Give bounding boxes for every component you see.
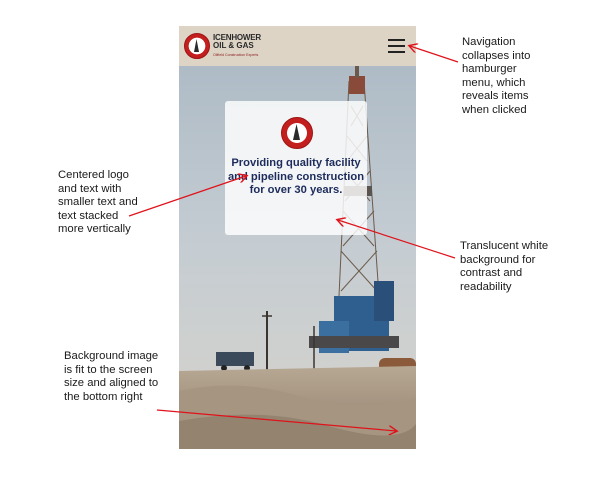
annotation-navigation: Navigation collapses into hamburger menu… [462, 36, 531, 116]
oil-derrick-logo-icon [184, 33, 210, 59]
mockup-canvas: ICENHOWER OIL & GAS Oilfield Constructio… [0, 0, 595, 479]
oil-rig-background-image [179, 26, 416, 449]
brand-tagline: Oilfield Construction Experts [213, 52, 259, 57]
annotation-translucent: Translucent white background for contras… [460, 240, 549, 293]
mobile-screen-mockup: ICENHOWER OIL & GAS Oilfield Constructio… [179, 26, 416, 449]
hero-card: Providing quality facility and pipeline … [225, 101, 367, 235]
annotation-background: Background image is fit to the screen si… [64, 350, 159, 403]
brand-name-line2: OIL & GAS [213, 40, 254, 50]
hamburger-menu-icon[interactable] [388, 39, 405, 53]
arrow-to-hamburger [410, 46, 459, 63]
brand-logo[interactable]: ICENHOWER OIL & GAS Oilfield Constructio… [184, 32, 261, 60]
brand-wordmark: ICENHOWER OIL & GAS Oilfield Constructio… [213, 33, 261, 59]
annotation-centered: Centered logo and text with smaller text… [58, 169, 138, 236]
mobile-header: ICENHOWER OIL & GAS Oilfield Constructio… [179, 26, 416, 66]
oil-derrick-logo-icon [281, 117, 313, 149]
hero-tagline: Providing quality facility and pipeline … [227, 157, 365, 196]
